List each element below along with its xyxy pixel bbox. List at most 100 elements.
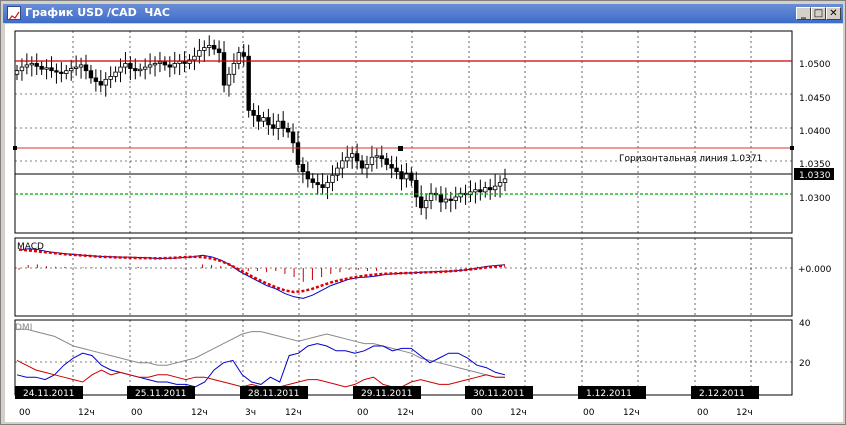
hline-handle-right[interactable]: [790, 146, 794, 150]
hour-label: 12ч: [397, 408, 414, 418]
candle-body: [305, 171, 311, 180]
candle-body: [473, 189, 478, 193]
candle-body: [261, 117, 266, 122]
candle-body: [246, 55, 251, 111]
candle-body: [423, 200, 429, 209]
candle-body: [147, 64, 153, 68]
date-label: 25.11.2011: [135, 389, 187, 399]
chart-window-icon: [7, 6, 21, 21]
hour-label: 12ч: [510, 408, 527, 418]
dmi-label: DMI: [15, 323, 32, 333]
candle-body: [78, 64, 84, 68]
candle-body: [419, 196, 424, 209]
candle-body: [364, 164, 370, 169]
candle-body: [64, 70, 69, 74]
candle-body: [14, 70, 20, 75]
candle-body: [197, 50, 202, 57]
price-axis-label-5: 1.0300: [799, 194, 831, 204]
candle-body: [310, 178, 315, 183]
candle-body: [202, 47, 207, 51]
candle-body: [340, 160, 345, 169]
hour-label: 3ч: [245, 408, 256, 418]
candle-body: [192, 55, 197, 61]
date-label: 2.12.2011: [699, 389, 745, 399]
macd-label: MACD: [17, 242, 44, 252]
price-axis-label-1: 1.0500: [799, 60, 831, 70]
date-label: 28.11.2011: [248, 389, 300, 399]
candle-body: [108, 76, 113, 80]
chart-canvas[interactable]: Горизонтальная линия 1.0371 1.0500 1.045…: [5, 24, 843, 422]
date-label: 30.11.2011: [473, 389, 525, 399]
candle-body: [162, 61, 168, 66]
hline-handle-left[interactable]: [13, 146, 17, 150]
candle-body: [345, 156, 350, 162]
candle-body: [488, 187, 493, 191]
candle-body: [325, 182, 330, 188]
candle-body: [49, 67, 54, 72]
candle-body: [394, 167, 399, 173]
title-bar[interactable]: График USD /CAD ЧАС _ □ ✕: [3, 4, 843, 23]
candle-body: [349, 153, 355, 158]
hour-label: 12ч: [736, 408, 753, 418]
date-label: 1.12.2011: [586, 389, 632, 399]
candle-body: [295, 142, 301, 165]
candle-body: [24, 64, 30, 68]
candle-body: [315, 182, 320, 186]
hour-label: 12ч: [191, 408, 208, 418]
minimize-button[interactable]: _: [796, 7, 811, 20]
candle-body: [354, 153, 360, 162]
candle-body: [54, 70, 59, 73]
current-price-label: 1.0330: [799, 171, 831, 181]
candle-body: [128, 63, 133, 69]
maximize-button[interactable]: □: [811, 7, 826, 20]
candle-body: [502, 178, 508, 183]
candle-body: [379, 155, 384, 160]
hour-label: 12ч: [285, 408, 302, 418]
hour-label: 00: [697, 408, 709, 418]
candle-body: [399, 171, 404, 180]
hour-label: 12ч: [78, 408, 95, 418]
candle-body: [389, 164, 394, 169]
candle-body: [157, 61, 163, 64]
candle-body: [483, 187, 488, 193]
candle-body: [448, 198, 453, 201]
candle-body: [172, 63, 177, 68]
candle-body: [256, 115, 261, 122]
dmi-panel-frame: [14, 319, 793, 396]
candle-body: [453, 196, 458, 201]
dmi-axis-label-40: 40: [799, 319, 811, 329]
candle-body: [438, 194, 444, 203]
candle-body: [142, 66, 148, 70]
candle-body: [216, 48, 222, 54]
candle-body: [271, 124, 276, 129]
candle-body: [290, 131, 296, 144]
candle-body: [34, 63, 39, 67]
candle-body: [369, 156, 375, 165]
candle-body: [231, 63, 237, 75]
candle-body: [88, 70, 94, 79]
candle-body: [29, 63, 34, 66]
candle-body: [478, 189, 483, 193]
candle-body: [236, 52, 242, 64]
candle-body: [384, 158, 389, 165]
candle-body: [359, 160, 365, 169]
candle-body: [207, 45, 212, 48]
date-label: 24.11.2011: [23, 389, 75, 399]
candle-body: [167, 64, 173, 68]
candle-body: [152, 63, 158, 66]
candle-body: [241, 52, 246, 57]
candle-body: [221, 52, 227, 86]
candle-body: [118, 66, 123, 73]
hline-handle-mid[interactable]: [398, 146, 403, 151]
candle-body: [285, 127, 291, 133]
candle-body: [138, 68, 143, 72]
close-button[interactable]: ✕: [826, 7, 841, 20]
hline-label: Горизонтальная линия 1.0371: [619, 154, 762, 164]
candle-body: [103, 78, 108, 86]
candle-body: [113, 71, 118, 77]
candle-body: [330, 174, 335, 183]
price-axis-label-3: 1.0400: [799, 127, 831, 137]
candle-body: [251, 109, 256, 116]
candle-body: [123, 63, 128, 68]
hour-label: 00: [583, 408, 595, 418]
